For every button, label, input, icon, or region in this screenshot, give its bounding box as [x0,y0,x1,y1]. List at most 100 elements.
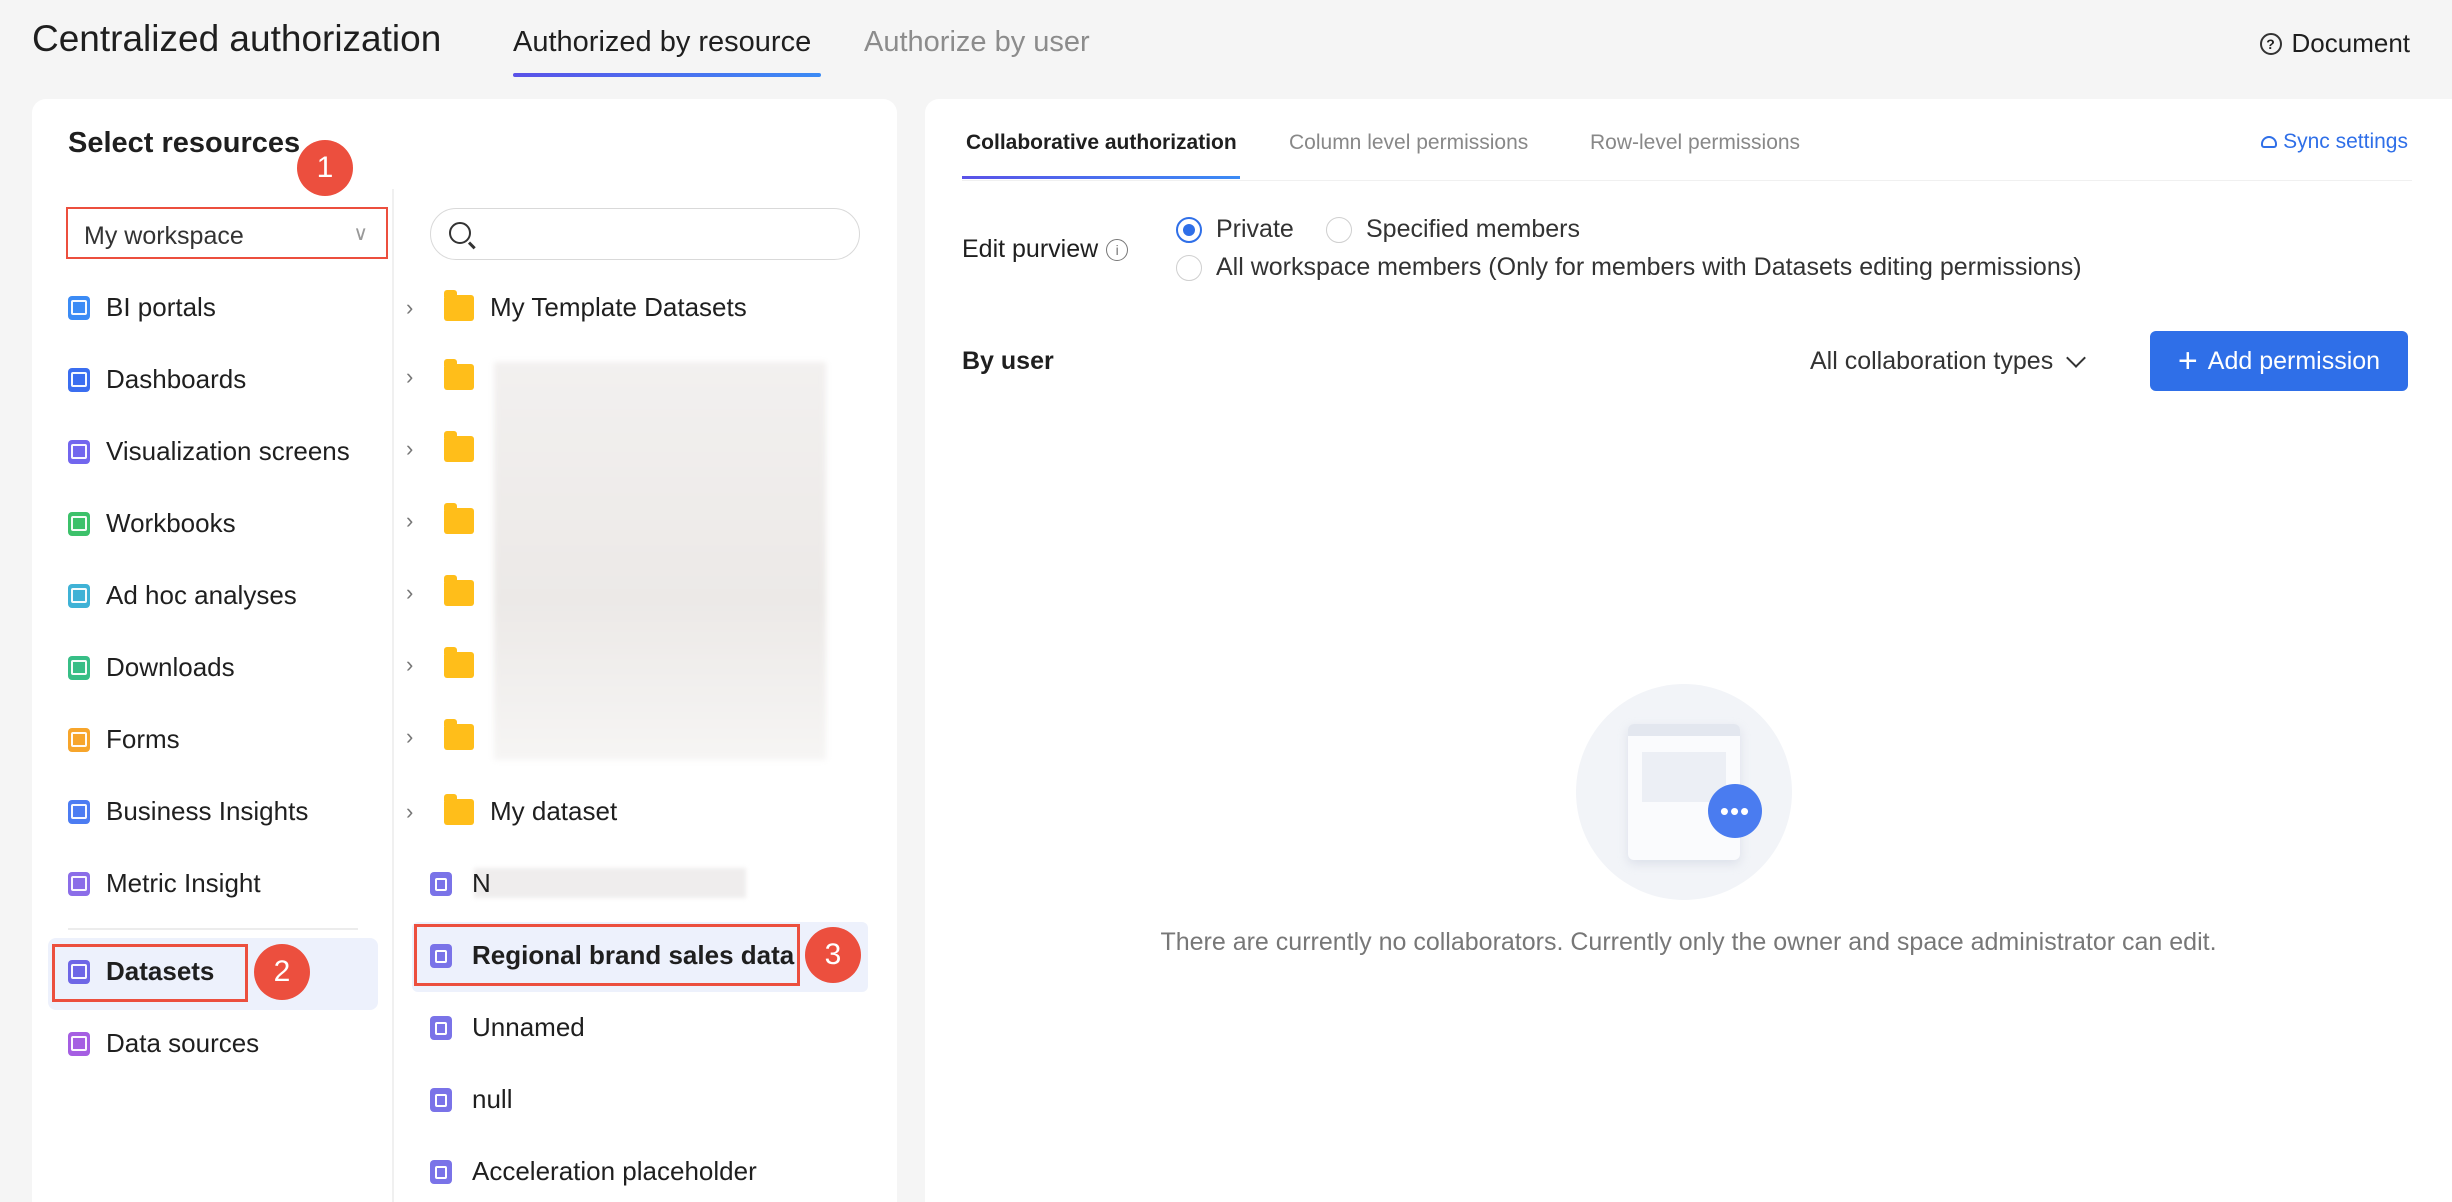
plus-icon: + [2177,342,2198,380]
folder-icon [444,359,474,390]
sidebar-item-datasource[interactable]: Data sources [68,1028,259,1059]
empty-state-text: There are currently no collaborators. Cu… [1160,928,2217,956]
radio-checked-icon [1176,216,1202,243]
info-icon[interactable]: i [1106,238,1129,261]
category-divider [68,928,358,930]
tab-collaborative-authorization[interactable]: Collaborative authorization [966,131,1237,155]
adhoc-icon [68,583,90,608]
document-label: Document [2291,28,2411,58]
tree-folder[interactable]: › My dataset [406,793,618,827]
radio-all-workspace-members-label: All workspace members (Only for members … [1216,253,2082,281]
chevron-right-icon[interactable]: › [406,652,428,678]
tab-row-level-permissions[interactable]: Row-level permissions [1590,131,1800,155]
bi-portal-icon [68,295,90,320]
collaboration-type-value: All collaboration types [1810,347,2054,375]
by-user-label: By user [962,347,1054,375]
sidebar-item-label: Forms [106,724,180,754]
datasets-highlight-box [52,944,248,1002]
resource-search-input[interactable] [430,208,860,260]
radio-specified-members[interactable]: Specified members [1326,215,1580,244]
sidebar-item-download[interactable]: Downloads [68,652,235,683]
folder-icon [444,575,474,606]
chat-bubble-icon: ••• [1708,784,1762,838]
radio-private[interactable]: Private [1176,215,1294,244]
tree-dataset-label: null [472,1084,513,1114]
active-tab-underline [513,73,821,77]
sync-settings-link[interactable]: Sync settings [2261,130,2408,154]
dataset-icon [430,871,452,896]
sidebar-item-adhoc[interactable]: Ad hoc analyses [68,580,297,611]
step-badge-3: 3 [805,927,861,983]
tabs-divider [962,180,2412,181]
collaboration-type-select[interactable]: All collaboration types [1810,347,2087,376]
active-subtab-underline [962,176,1240,179]
radio-unchecked-icon [1326,216,1352,243]
tree-dataset-label: Acceleration placeholder [472,1156,757,1186]
select-resources-title: Select resources [68,127,301,159]
chevron-right-icon[interactable]: › [406,295,428,321]
folder-icon [444,793,474,825]
sidebar-item-insight[interactable]: Business Insights [68,796,308,827]
sidebar-item-label: Data sources [106,1028,260,1058]
sidebar-item-screen[interactable]: Visualization screens [68,436,350,467]
tree-folder[interactable]: › [406,503,490,534]
tree-folder[interactable]: › [406,647,490,678]
workbook-icon [68,511,90,536]
tree-dataset-label: Unnamed [472,1012,585,1042]
sidebar-item-form[interactable]: Forms [68,724,180,755]
step-badge-1: 1 [297,140,353,196]
tree-dataset[interactable]: null [406,1084,512,1115]
folder-icon [444,647,474,678]
chevron-right-icon[interactable]: › [406,724,428,750]
sidebar-item-label: Metric Insight [106,868,261,898]
sync-settings-label: Sync settings [2283,130,2408,153]
dashboard-icon [68,367,90,392]
dataset-icon [430,1015,452,1040]
form-icon [68,727,90,752]
tree-folder[interactable]: › [406,575,490,606]
screen-icon [68,439,90,464]
sidebar-item-label: Ad hoc analyses [106,580,297,610]
empty-state-illustration: ••• [1576,684,1792,900]
tab-authorize-by-user[interactable]: Authorize by user [864,26,1090,59]
document-link[interactable]: ? Document [2259,28,2411,59]
sidebar-item-workbook[interactable]: Workbooks [68,508,236,539]
dataset-icon [430,1087,452,1112]
tree-dataset[interactable]: N [406,868,491,899]
dataset-highlight-box [414,924,800,986]
folder-icon [444,431,474,462]
tree-folder[interactable]: › [406,431,490,462]
sidebar-item-label: Dashboards [106,364,247,394]
add-permission-button[interactable]: + Add permission [2150,331,2408,391]
chevron-right-icon[interactable]: › [406,436,428,462]
help-circle-icon: ? [2259,32,2282,55]
sidebar-item-metric[interactable]: Metric Insight [68,868,261,899]
step-badge-2: 2 [254,944,310,1000]
tree-dataset[interactable]: Acceleration placeholder [406,1156,757,1187]
sidebar-item-label: Visualization screens [106,436,350,466]
tree-folder[interactable]: › [406,359,490,390]
chevron-right-icon[interactable]: › [406,580,428,606]
tab-authorized-by-resource[interactable]: Authorized by resource [513,26,811,59]
sidebar-item-label: Downloads [106,652,235,682]
chevron-right-icon[interactable]: › [406,364,428,390]
blurred-dataset-name [474,868,746,898]
tree-folder[interactable]: › My Template Datasets [406,289,747,323]
folder-icon [444,503,474,534]
radio-private-label: Private [1216,215,1294,243]
chevron-right-icon[interactable]: › [406,799,428,825]
radio-all-workspace-members[interactable]: All workspace members (Only for members … [1176,253,2082,282]
sidebar-item-bi-portal[interactable]: BI portals [68,292,216,323]
dataset-icon [430,1159,452,1184]
sidebar-item-dashboard[interactable]: Dashboards [68,364,246,395]
tree-dataset[interactable]: Unnamed [406,1012,585,1043]
tree-folder[interactable]: › [406,719,490,750]
folder-icon [444,719,474,750]
tree-folder-label: My dataset [490,796,618,826]
folder-icon [444,289,474,321]
chevron-right-icon[interactable]: › [406,508,428,534]
sidebar-item-label: Workbooks [106,508,236,538]
tab-column-level-permissions[interactable]: Column level permissions [1289,131,1528,155]
add-permission-label: Add permission [2207,346,2381,375]
workspace-select[interactable]: My workspace ∨ [66,207,388,259]
